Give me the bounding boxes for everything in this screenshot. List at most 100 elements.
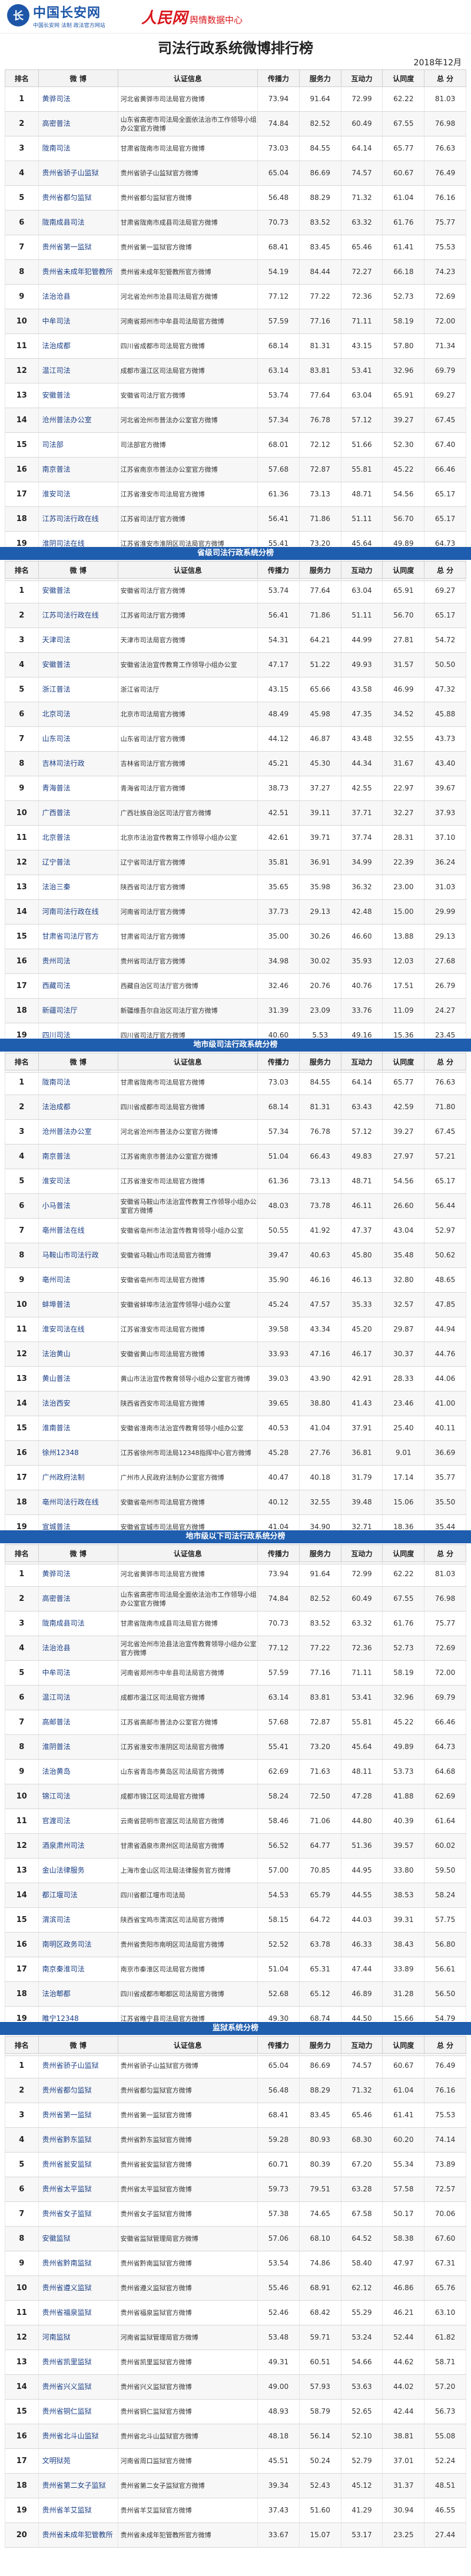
weibo-name-cell[interactable]: 温江司法 [38,358,118,383]
weibo-name-cell[interactable]: 金山法律服务 [38,1858,118,1883]
weibo-name-cell[interactable]: 河南监狱 [38,2325,118,2350]
weibo-name-cell[interactable]: 贵州省第一监狱 [38,235,118,260]
weibo-name-cell[interactable]: 南京普法 [38,457,118,482]
people-daily-logo[interactable]: 人民网 舆情数据中心 [141,6,243,28]
weibo-name-cell[interactable]: 马鞍山市司法行政 [38,1243,118,1268]
weibo-name-cell[interactable]: 陇南成县司法 [38,210,118,235]
weibo-name-cell[interactable]: 淮安司法 [38,482,118,507]
weibo-name-cell[interactable]: 安徽普法 [38,383,118,408]
weibo-name-cell[interactable]: 法治三秦 [38,875,118,900]
weibo-name-cell[interactable]: 都江堰司法 [38,1883,118,1908]
weibo-name-cell[interactable]: 沧州普法办公室 [38,408,118,433]
weibo-name-cell[interactable]: 吉林司法行政 [38,751,118,776]
weibo-name-cell[interactable]: 南京普法 [38,1144,118,1169]
rank-cell: 15 [5,1907,39,1933]
weibo-name-cell[interactable]: 淮南普法 [38,1416,118,1441]
weibo-name-cell[interactable]: 陇南司法 [38,1070,118,1095]
weibo-name-cell[interactable]: 南明区政务司法 [38,1932,118,1957]
weibo-name-cell[interactable]: 贵州省骄子山监狱 [38,161,118,186]
weibo-name-cell[interactable]: 陇南成县司法 [38,1611,118,1636]
weibo-name-cell[interactable]: 酒泉肃州司法 [38,1833,118,1858]
weibo-name-cell[interactable]: 黄骅司法 [38,86,118,112]
weibo-name-cell[interactable]: 贵州省福泉监狱 [38,2300,118,2325]
weibo-name-cell[interactable]: 官渡司法 [38,1808,118,1834]
weibo-name-cell[interactable]: 贵州省瓮安监狱 [38,2152,118,2177]
weibo-name-cell[interactable]: 贵州省都匀监狱 [38,2078,118,2103]
weibo-name-cell[interactable]: 法治成都 [38,333,118,359]
weibo-name-cell[interactable]: 安徽普法 [38,652,118,678]
weibo-name-cell[interactable]: 贵州省第一监狱 [38,2103,118,2128]
weibo-name-cell[interactable]: 贵州省兴义监狱 [38,2374,118,2400]
weibo-name-cell[interactable]: 贵州省未成年犯管教所 [38,2522,118,2548]
weibo-name-cell[interactable]: 贵州省凯里监狱 [38,2350,118,2375]
weibo-name-cell[interactable]: 高密普法 [38,1586,118,1611]
weibo-name-cell[interactable]: 贵州省骄子山监狱 [38,2053,118,2078]
weibo-name-cell[interactable]: 亳州司法 [38,1267,118,1293]
weibo-name-cell[interactable]: 江苏司法行政在线 [38,603,118,628]
weibo-name-cell[interactable]: 贵州省黔东监狱 [38,2127,118,2153]
weibo-name-cell[interactable]: 江苏司法行政在线 [38,506,118,532]
weibo-name-cell[interactable]: 法治沧县 [38,1636,118,1661]
weibo-name-cell[interactable]: 淮安司法 [38,1169,118,1194]
weibo-name-cell[interactable]: 贵州司法 [38,949,118,974]
weibo-name-cell[interactable]: 贵州省未成年犯管教所 [38,259,118,285]
weibo-name-cell[interactable]: 亳州司法行政在线 [38,1490,118,1515]
weibo-name-cell[interactable]: 辽宁普法 [38,850,118,875]
weibo-name-cell[interactable]: 徐州12348 [38,1440,118,1466]
weibo-name-cell[interactable]: 贵州省都匀监狱 [38,185,118,211]
weibo-name-cell[interactable]: 贵州省羊艾监狱 [38,2498,118,2523]
weibo-name-cell[interactable]: 淮安司法在线 [38,1317,118,1342]
weibo-name-cell[interactable]: 贵州省铜仁监狱 [38,2399,118,2424]
weibo-name-cell[interactable]: 北京普法 [38,825,118,850]
weibo-name-cell[interactable]: 法治黄山 [38,1342,118,1367]
weibo-name-cell[interactable]: 淮阴普法 [38,1734,118,1760]
weibo-name-cell[interactable]: 安徽普法 [38,578,118,603]
weibo-name-cell[interactable]: 锦江司法 [38,1784,118,1809]
weibo-name-cell[interactable]: 文明狱苑 [38,2448,118,2474]
weibo-name-cell[interactable]: 河南司法行政在线 [38,899,118,925]
weibo-name-cell[interactable]: 浙江普法 [38,677,118,702]
weibo-name-cell[interactable]: 南京秦淮司法 [38,1957,118,1982]
weibo-name-cell[interactable]: 中牟司法 [38,1660,118,1686]
weibo-name-cell[interactable]: 北京司法 [38,702,118,727]
weibo-name-cell[interactable]: 黄山普法 [38,1366,118,1392]
weibo-name-cell[interactable]: 山东司法 [38,726,118,752]
interaction-score-cell: 51.11 [340,603,383,628]
weibo-name-cell[interactable]: 高邮普法 [38,1710,118,1735]
certification-cell: 南京市秦淮区司法局官方微博 [117,1957,258,1982]
weibo-name-cell[interactable]: 黄骅司法 [38,1561,118,1587]
weibo-name-cell[interactable]: 贵州省遵义监狱 [38,2275,118,2301]
weibo-name-cell[interactable]: 广州政府法制 [38,1465,118,1490]
weibo-name-cell[interactable]: 蚌埠普法 [38,1292,118,1317]
chinapeace-logo[interactable]: 长 中国长安网 中国长安网 法制 政法官方网站 [7,4,105,29]
weibo-name-cell[interactable]: 甘肃省司法厅官方 [38,924,118,949]
weibo-name-cell[interactable]: 青海普法 [38,776,118,801]
interaction-score-cell: 35.33 [340,1292,383,1317]
weibo-name-cell[interactable]: 贵州省第二女子监狱 [38,2473,118,2498]
weibo-name-cell[interactable]: 法治西安 [38,1391,118,1416]
weibo-name-cell[interactable]: 安徽监狱 [38,2226,118,2251]
weibo-name-cell[interactable]: 亳州普法在线 [38,1218,118,1243]
weibo-name-cell[interactable]: 沧州普法办公室 [38,1119,118,1144]
weibo-name-cell[interactable]: 广西普法 [38,800,118,826]
weibo-name-cell[interactable]: 中牟司法 [38,309,118,334]
weibo-name-cell[interactable]: 法治沧县 [38,284,118,309]
weibo-name-cell[interactable]: 贵州省太平监狱 [38,2177,118,2202]
weibo-name-cell[interactable]: 西藏司法 [38,973,118,999]
spread-score-cell: 37.43 [257,2498,300,2523]
weibo-name-cell[interactable]: 法治郫都 [38,1981,118,2007]
weibo-name-cell[interactable]: 小马普法 [38,1193,118,1219]
weibo-name-cell[interactable]: 新疆司法厅 [38,998,118,1023]
weibo-name-cell[interactable]: 贵州省黔南监狱 [38,2251,118,2276]
weibo-name-cell[interactable]: 法治黄岛 [38,1759,118,1784]
weibo-name-cell[interactable]: 温江司法 [38,1685,118,1710]
weibo-name-cell[interactable]: 陇南司法 [38,136,118,161]
weibo-name-cell[interactable]: 高密普法 [38,111,118,136]
weibo-name-cell[interactable]: 贵州省北斗山监狱 [38,2424,118,2449]
total-score-cell: 76.98 [424,1586,466,1611]
weibo-name-cell[interactable]: 贵州省女子监狱 [38,2201,118,2227]
weibo-name-cell[interactable]: 司法部 [38,432,118,458]
weibo-name-cell[interactable]: 渭滨司法 [38,1907,118,1933]
weibo-name-cell[interactable]: 法治成都 [38,1095,118,1120]
weibo-name-cell[interactable]: 天津司法 [38,628,118,653]
